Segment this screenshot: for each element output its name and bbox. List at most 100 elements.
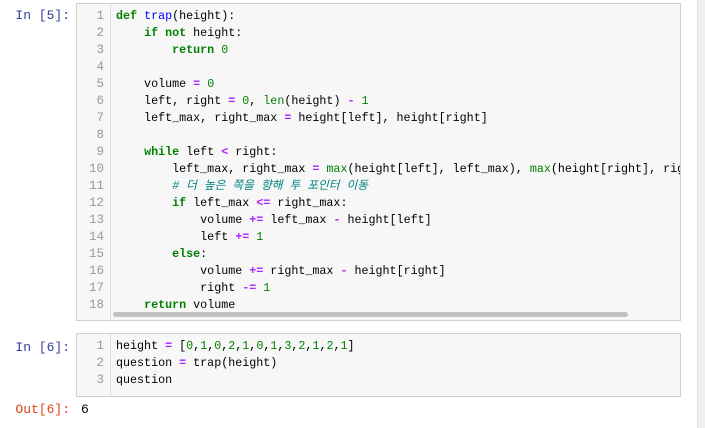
line-number: 18: [88, 298, 104, 312]
code-token: len: [263, 94, 285, 108]
code-token: left: [179, 145, 222, 159]
line-number: 5: [96, 77, 104, 91]
code-token: 1: [256, 230, 264, 244]
code-token: volume: [116, 77, 194, 91]
code-token: height[left], height[right]: [291, 111, 488, 125]
code-line: volume += left_max - height[left]: [116, 212, 680, 229]
code-token: height[left]: [340, 213, 432, 227]
cell-2-input-prompt: In [6]:: [15, 340, 70, 355]
code-token: ,: [249, 94, 264, 108]
code-line: if left_max <= right_max:: [116, 195, 680, 212]
code-token: (height): [284, 94, 348, 108]
line-number: 1: [96, 9, 104, 23]
code-token: volume: [116, 264, 250, 278]
code-line: left += 1: [116, 229, 680, 246]
cell-2-output: 6: [81, 402, 89, 417]
line-number: 11: [88, 179, 104, 193]
line-number: 10: [88, 162, 104, 176]
code-line: left, right = 0, len(height) - 1: [116, 93, 680, 110]
line-number: 8: [96, 128, 104, 142]
code-token: +=: [235, 230, 250, 244]
code-token: max: [529, 162, 551, 176]
line-number: 3: [96, 373, 104, 387]
code-token: +=: [249, 264, 264, 278]
code-cell-1[interactable]: 1 2 3 4 5 6 7 8 9 10 11 12 13 14 15 16 17 18 def trap(hei…: [76, 3, 681, 321]
code-line: else:: [116, 246, 680, 263]
code-token: <=: [256, 196, 271, 210]
code-token: if: [172, 196, 187, 210]
code-token: volume: [116, 213, 250, 227]
code-token: volume: [186, 298, 236, 312]
code-line: while left < right:: [116, 144, 680, 161]
code-token: :: [200, 247, 208, 261]
line-number: 13: [88, 213, 104, 227]
code-line: height = [0,1,0,2,1,0,1,3,2,1,2,1]: [116, 338, 355, 355]
vertical-scrollbar[interactable]: [697, 0, 705, 428]
code-line: def trap(height):: [116, 8, 680, 25]
code-token: while: [144, 145, 180, 159]
code-token: left_max: [186, 196, 257, 210]
code-token: -=: [242, 281, 257, 295]
horizontal-scrollbar[interactable]: [113, 312, 628, 317]
code-token: right:: [228, 145, 278, 159]
code-token: return: [172, 43, 215, 57]
line-number-gutter: 1 2 3 4 5 6 7 8 9 10 11 12 13 14 15 16 17 18: [77, 4, 111, 320]
line-number-gutter: 1 2 3: [77, 334, 111, 396]
code-editor[interactable]: height = [0,1,0,2,1,0,1,3,2,1,2,1] questi…: [116, 338, 355, 389]
line-number: 2: [96, 26, 104, 40]
code-token: ,: [333, 339, 341, 353]
code-token: left: [116, 230, 236, 244]
code-cell-2[interactable]: 1 2 3 height = [0,1,0,2,1,0,1,3,2,1,2,1] qu…: [76, 333, 681, 397]
line-number: 2: [96, 356, 104, 370]
line-number: 9: [96, 145, 104, 159]
code-line: if not height:: [116, 25, 680, 42]
line-number: 16: [88, 264, 104, 278]
line-number: 4: [96, 60, 104, 74]
code-token: right_max:: [270, 196, 348, 210]
code-token: trap(height): [186, 356, 278, 370]
code-line: left_max, right_max = max(height[left], …: [116, 161, 681, 178]
code-token: left_max: [263, 213, 334, 227]
code-token: 0: [221, 43, 229, 57]
code-token: return: [144, 298, 187, 312]
code-token: left_max, right_max: [116, 111, 285, 125]
code-token: left_max, right_max: [116, 162, 313, 176]
code-token: trap: [144, 9, 173, 23]
code-token: else: [172, 247, 201, 261]
line-number: 17: [88, 281, 104, 295]
code-token: ]: [347, 339, 355, 353]
code-token: # 더 높은 쪽을 향해 투 포인터 이동: [172, 179, 369, 193]
code-token: +=: [249, 213, 264, 227]
line-number: 14: [88, 230, 104, 244]
line-number: 1: [96, 339, 104, 353]
code-line: return 0: [116, 42, 680, 59]
code-editor[interactable]: def trap(height): if not height: return …: [116, 8, 681, 314]
code-token: (height[left], left_max),: [347, 162, 530, 176]
line-number: 7: [96, 111, 104, 125]
line-number: 12: [88, 196, 104, 210]
code-line: left_max, right_max = height[left], heig…: [116, 110, 680, 127]
code-line: volume = 0: [116, 76, 680, 93]
code-token: max: [326, 162, 348, 176]
cell-1-input-prompt: In [5]:: [15, 8, 70, 23]
code-token: height: [116, 339, 166, 353]
code-token: question: [116, 373, 173, 387]
code-line: question: [116, 372, 355, 389]
code-token: 1: [263, 281, 271, 295]
line-number: 6: [96, 94, 104, 108]
code-line: right -= 1: [116, 280, 680, 297]
code-token: height[right]: [347, 264, 446, 278]
line-number: 15: [88, 247, 104, 261]
code-token: (height[right], rig: [550, 162, 681, 176]
code-token: [: [172, 339, 187, 353]
code-line: volume += right_max - height[right]: [116, 263, 680, 280]
